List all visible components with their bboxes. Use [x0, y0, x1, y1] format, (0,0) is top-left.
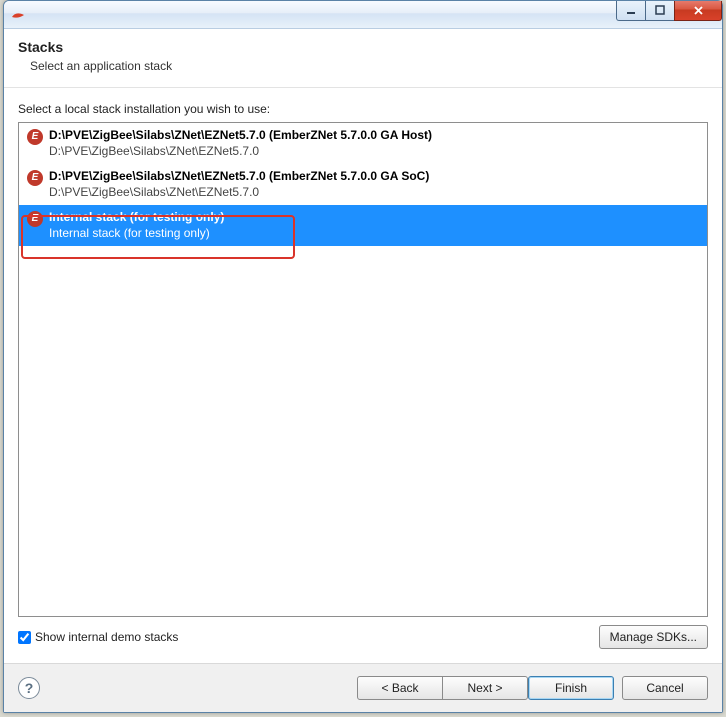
back-button[interactable]: < Back — [357, 676, 443, 700]
stack-title: D:\PVE\ZigBee\Silabs\ZNet\EZNet5.7.0 (Em… — [49, 169, 429, 183]
list-prompt: Select a local stack installation you wi… — [18, 102, 708, 116]
next-button[interactable]: Next > — [442, 676, 528, 700]
nav-buttons: < Back Next > Finish Cancel — [357, 676, 708, 700]
stack-icon: E — [27, 129, 43, 145]
cancel-button[interactable]: Cancel — [622, 676, 708, 700]
close-button[interactable] — [674, 1, 722, 21]
wizard-body: Select a local stack installation you wi… — [4, 88, 722, 663]
stack-path: Internal stack (for testing only) — [49, 226, 224, 240]
wizard-header: Stacks Select an application stack — [4, 29, 722, 88]
titlebar[interactable] — [4, 1, 722, 29]
stack-item-selected[interactable]: E Internal stack (for testing only) Inte… — [19, 205, 707, 246]
stack-item[interactable]: E D:\PVE\ZigBee\Silabs\ZNet\EZNet5.7.0 (… — [19, 123, 707, 164]
stack-path: D:\PVE\ZigBee\Silabs\ZNet\EZNet5.7.0 — [49, 185, 429, 199]
page-title: Stacks — [18, 39, 708, 55]
maximize-button[interactable] — [645, 1, 675, 21]
help-button[interactable]: ? — [18, 677, 40, 699]
stack-item[interactable]: E D:\PVE\ZigBee\Silabs\ZNet\EZNet5.7.0 (… — [19, 164, 707, 205]
show-internal-input[interactable] — [18, 631, 31, 644]
finish-button[interactable]: Finish — [528, 676, 614, 700]
dialog-window: Stacks Select an application stack Selec… — [3, 0, 723, 713]
stack-list[interactable]: E D:\PVE\ZigBee\Silabs\ZNet\EZNet5.7.0 (… — [18, 122, 708, 617]
stack-path: D:\PVE\ZigBee\Silabs\ZNet\EZNet5.7.0 — [49, 144, 432, 158]
show-internal-checkbox[interactable]: Show internal demo stacks — [18, 630, 178, 644]
wizard-footer: ? < Back Next > Finish Cancel — [4, 663, 722, 712]
window-controls — [617, 1, 722, 21]
options-row: Show internal demo stacks Manage SDKs... — [18, 625, 708, 649]
stack-icon: E — [27, 211, 43, 227]
stack-title: D:\PVE\ZigBee\Silabs\ZNet\EZNet5.7.0 (Em… — [49, 128, 432, 142]
stack-icon: E — [27, 170, 43, 186]
page-subtitle: Select an application stack — [30, 59, 708, 73]
manage-sdks-button[interactable]: Manage SDKs... — [599, 625, 708, 649]
show-internal-label: Show internal demo stacks — [35, 630, 178, 644]
stack-title: Internal stack (for testing only) — [49, 210, 224, 224]
minimize-button[interactable] — [616, 1, 646, 21]
app-icon — [10, 7, 26, 23]
